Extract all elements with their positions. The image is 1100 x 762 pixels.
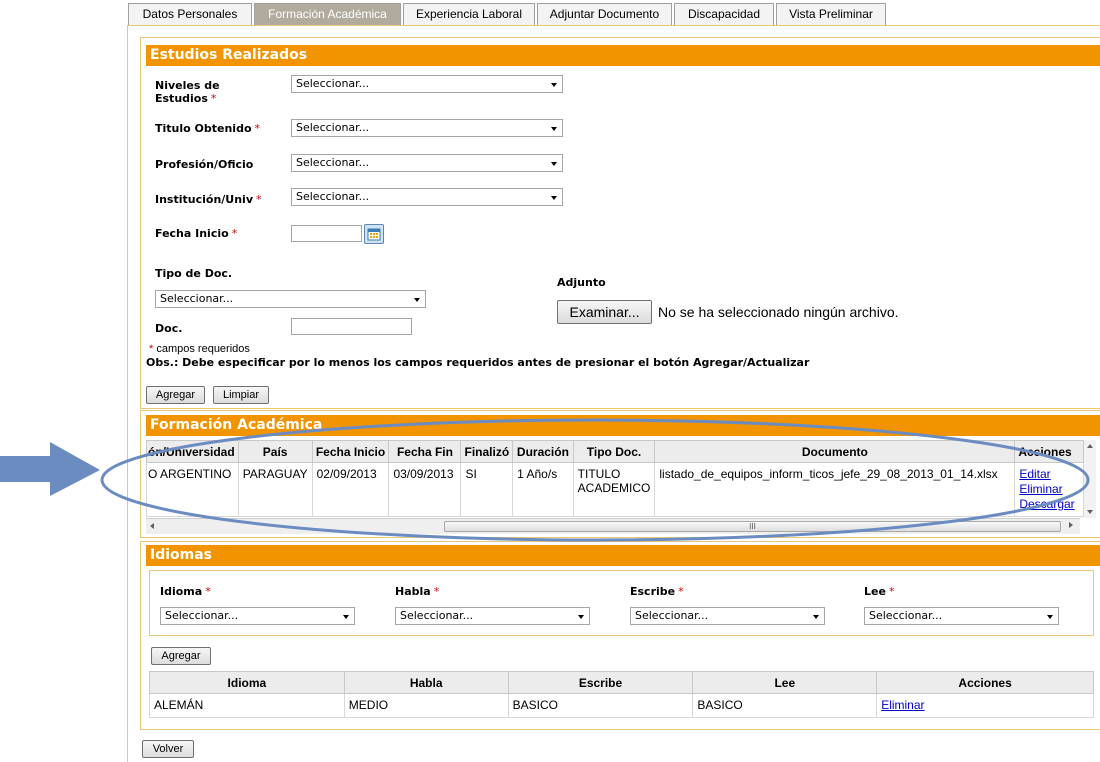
cell-escribe: BASICO — [507, 693, 694, 718]
fecha-inicio-input[interactable] — [291, 225, 362, 242]
tab-adjuntar-documento[interactable]: Adjuntar Documento — [537, 3, 672, 25]
table-row: ALEMÁN MEDIO BASICO BASICO Eliminar — [149, 693, 1094, 718]
descargar-link[interactable]: Descargar — [1019, 497, 1074, 511]
col-acciones: Acciones — [876, 671, 1094, 694]
profesion-label: Profesión/Oficio — [155, 158, 254, 171]
scroll-left-icon[interactable] — [150, 523, 154, 529]
horizontal-scrollbar[interactable]: III — [146, 518, 1080, 534]
col-duracion: Duración — [512, 440, 574, 463]
col-fecha-inicio: Fecha Inicio — [311, 440, 390, 463]
eliminar-idioma-link[interactable]: Eliminar — [881, 698, 924, 712]
eliminar-link[interactable]: Eliminar — [1019, 482, 1062, 496]
limpiar-button[interactable]: Limpiar — [213, 386, 269, 404]
cell-universidad: O ARGENTINO — [146, 462, 239, 517]
chevron-down-icon — [578, 615, 584, 619]
scroll-right-icon[interactable] — [1069, 522, 1073, 528]
estudios-section-title: Estudios Realizados — [146, 45, 1100, 66]
institucion-select[interactable]: Seleccionar... — [291, 188, 563, 206]
scroll-up-icon[interactable] — [1087, 444, 1093, 448]
idiomas-form-box — [149, 570, 1094, 636]
fecha-inicio-label: Fecha Inicio * — [155, 227, 238, 240]
cell-idioma: ALEMÁN — [149, 693, 345, 718]
scroll-thumb[interactable]: III — [444, 521, 1061, 532]
cell-pais: PARAGUAY — [237, 462, 313, 517]
cell-tipo-doc: TITULO ACADEMICO — [572, 462, 656, 517]
tab-formacion-academica[interactable]: Formación Académica — [254, 3, 401, 26]
habla-label: Habla * — [395, 585, 440, 598]
escribe-select[interactable]: Seleccionar... — [630, 607, 825, 625]
table-header-row: Idioma Habla Escribe Lee Acciones — [149, 671, 1094, 694]
col-finalizo: Finalizó — [460, 440, 514, 463]
table-row: O ARGENTINO PARAGUAY 02/09/2013 03/09/20… — [146, 462, 1084, 517]
highlight-arrow-icon — [0, 442, 100, 496]
vertical-scrollbar[interactable] — [1084, 440, 1096, 518]
col-idioma: Idioma — [149, 671, 345, 694]
lee-select[interactable]: Seleccionar... — [864, 607, 1059, 625]
required-note: * campos requeridos — [149, 343, 250, 355]
cell-acciones: Eliminar — [876, 693, 1094, 718]
required-mark: * — [210, 92, 217, 105]
col-escribe: Escribe — [507, 671, 694, 694]
agregar-estudio-button[interactable]: Agregar — [146, 386, 205, 404]
obs-note: Obs.: Debe especificar por lo menos los … — [146, 356, 810, 369]
estudios-panel — [140, 37, 1100, 409]
col-acciones: Acciones — [1014, 440, 1084, 463]
col-fecha-fin: Fecha Fin — [388, 440, 462, 463]
tipo-doc-label: Tipo de Doc. — [155, 267, 233, 280]
tipo-doc-select[interactable]: Seleccionar... — [155, 290, 426, 308]
col-tipo-doc: Tipo Doc. — [572, 440, 656, 463]
cell-duracion: 1 Año/s — [512, 462, 574, 517]
agregar-idioma-button[interactable]: Agregar — [151, 647, 211, 665]
col-lee: Lee — [692, 671, 878, 694]
adjunto-label: Adjunto — [557, 276, 606, 289]
idioma-select[interactable]: Seleccionar... — [160, 607, 355, 625]
niveles-select[interactable]: Seleccionar... — [291, 75, 563, 93]
profesion-select[interactable]: Seleccionar... — [291, 154, 563, 172]
titulo-label: Titulo Obtenido * — [155, 122, 260, 135]
chevron-down-icon — [551, 162, 557, 166]
chevron-down-icon — [1047, 615, 1053, 619]
calendar-icon[interactable] — [364, 224, 384, 244]
chevron-down-icon — [551, 196, 557, 200]
volver-button[interactable]: Volver — [142, 740, 194, 758]
tab-datos-personales[interactable]: Datos Personales — [128, 3, 252, 25]
lee-label: Lee * — [864, 585, 895, 598]
idiomas-table: Idioma Habla Escribe Lee Acciones ALEMÁN… — [149, 671, 1094, 718]
chevron-down-icon — [414, 298, 420, 302]
titulo-select[interactable]: Seleccionar... — [291, 119, 563, 137]
chevron-down-icon — [813, 615, 819, 619]
col-pais: País — [237, 440, 313, 463]
idiomas-section-title: Idiomas — [146, 545, 1100, 566]
doc-input[interactable] — [291, 318, 412, 335]
chevron-down-icon — [343, 615, 349, 619]
cell-documento: listado_de_equipos_inform_ticos_jefe_29_… — [654, 462, 1016, 517]
editar-link[interactable]: Editar — [1019, 467, 1050, 481]
scroll-down-icon[interactable] — [1087, 510, 1093, 514]
chevron-down-icon — [551, 127, 557, 131]
table-header-row: ón/Universidad País Fecha Inicio Fecha F… — [146, 440, 1084, 463]
idioma-label: Idioma * — [160, 585, 211, 598]
escribe-label: Escribe * — [630, 585, 684, 598]
cell-acciones: Editar Eliminar Descargar — [1014, 462, 1084, 517]
cell-fecha-fin: 03/09/2013 — [388, 462, 462, 517]
cell-finalizo: SI — [460, 462, 514, 517]
tab-discapacidad[interactable]: Discapacidad — [674, 3, 774, 25]
col-documento: Documento — [654, 440, 1016, 463]
col-habla: Habla — [343, 671, 509, 694]
tab-experiencia-laboral[interactable]: Experiencia Laboral — [403, 3, 535, 25]
no-file-text: No se ha seleccionado ningún archivo. — [658, 304, 899, 320]
chevron-down-icon — [551, 83, 557, 87]
niveles-label: Niveles de Estudios * — [155, 79, 220, 105]
col-universidad: ón/Universidad — [146, 440, 239, 463]
habla-select[interactable]: Seleccionar... — [395, 607, 590, 625]
examinar-button[interactable]: Examinar... — [557, 300, 652, 324]
cell-lee: BASICO — [692, 693, 878, 718]
doc-label: Doc. — [155, 322, 183, 335]
formacion-section-title: Formación Académica — [146, 415, 1100, 436]
institucion-label: Institución/Univ * — [155, 193, 262, 206]
tab-vista-preliminar[interactable]: Vista Preliminar — [776, 3, 886, 25]
cell-fecha-inicio: 02/09/2013 — [311, 462, 390, 517]
cell-habla: MEDIO — [343, 693, 509, 718]
formacion-table: ón/Universidad País Fecha Inicio Fecha F… — [146, 440, 1084, 517]
